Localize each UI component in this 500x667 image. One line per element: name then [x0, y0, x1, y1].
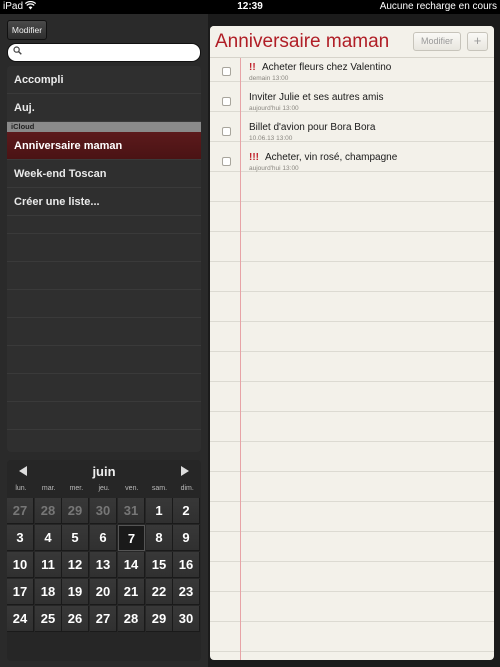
calendar-day[interactable]: 29	[62, 498, 89, 524]
edit-button[interactable]: Modifier	[413, 32, 461, 51]
weekday-label: dim.	[180, 485, 194, 492]
calendar-day[interactable]: 5	[62, 525, 89, 551]
calendar-day[interactable]: 31	[118, 498, 145, 524]
weekday-label: mar.	[41, 485, 56, 492]
calendar-day[interactable]: 25	[35, 606, 62, 632]
task-title[interactable]: Acheter, vin rosé, champagne	[265, 152, 397, 163]
calendar-day[interactable]: 6	[90, 525, 117, 551]
battery-status: Aucune recharge en cours	[379, 1, 497, 12]
calendar-day[interactable]: 30	[90, 498, 117, 524]
calendar-day[interactable]: 22	[146, 579, 173, 605]
task-row[interactable]: Inviter Julie et ses autres amis aujourd…	[210, 89, 494, 119]
chevron-right-icon[interactable]	[180, 466, 189, 479]
calendar-day[interactable]: 24	[7, 606, 34, 632]
task-priority: !!!	[249, 152, 259, 163]
lists-panel: Accompli Auj. iCloud Anniversaire maman …	[7, 66, 201, 452]
calendar-day[interactable]: 29	[146, 606, 173, 632]
calendar-month: juin	[92, 464, 116, 479]
page-title: Anniversaire maman	[215, 31, 390, 52]
calendar-day[interactable]: 21	[118, 579, 145, 605]
calendar-day[interactable]: 4	[35, 525, 62, 551]
task-date: aujourd'hui 13:00	[249, 105, 299, 112]
plus-icon: +	[473, 33, 482, 48]
calendar-day[interactable]: 27	[90, 606, 117, 632]
calendar-day[interactable]: 13	[90, 552, 117, 578]
search-box[interactable]	[7, 43, 201, 62]
calendar-day[interactable]: 2	[173, 498, 200, 524]
list-header: Anniversaire maman Modifier +	[210, 26, 494, 58]
calendar-day[interactable]: 15	[146, 552, 173, 578]
weekday-label: mer.	[69, 485, 84, 492]
calendar-day[interactable]: 23	[173, 579, 200, 605]
calendar-day[interactable]: 3	[7, 525, 34, 551]
task-title[interactable]: Billet d'avion pour Bora Bora	[249, 122, 375, 133]
create-list-item[interactable]: Créer une liste...	[7, 188, 201, 216]
task-date: aujourd'hui 13:00	[249, 165, 299, 172]
list-item-accompli[interactable]: Accompli	[7, 66, 201, 94]
calendar-day[interactable]: 16	[173, 552, 200, 578]
calendar-day[interactable]: 26	[62, 606, 89, 632]
calendar-day[interactable]: 28	[35, 498, 62, 524]
task-checkbox[interactable]	[222, 67, 231, 76]
task-title[interactable]: Inviter Julie et ses autres amis	[249, 92, 384, 103]
task-date: 10.06.13 13:00	[249, 135, 293, 142]
weekday-label: lun.	[15, 485, 27, 492]
calendar-day[interactable]: 17	[7, 579, 34, 605]
sidebar-edit-button[interactable]: Modifier	[7, 20, 47, 40]
search-icon	[13, 46, 22, 58]
calendar-day[interactable]: 12	[62, 552, 89, 578]
task-date: demain 13:00	[249, 75, 289, 82]
sidebar: Modifier Accompli Auj. iCloud Anniversai…	[0, 14, 208, 667]
task-row[interactable]: Billet d'avion pour Bora Bora 10.06.13 1…	[210, 119, 494, 149]
calendar-day[interactable]: 30	[173, 606, 200, 632]
calendar-day[interactable]: 8	[146, 525, 173, 551]
calendar-day[interactable]: 20	[90, 579, 117, 605]
list-item-week-end-toscan[interactable]: Week-end Toscan	[7, 160, 201, 188]
task-checkbox[interactable]	[222, 157, 231, 166]
calendar-day[interactable]: 7	[118, 525, 145, 551]
calendar-weekdays: lun. mar. mer. jeu. ven. sam. dim.	[7, 485, 201, 497]
calendar-day[interactable]: 9	[173, 525, 200, 551]
calendar-day[interactable]: 11	[35, 552, 62, 578]
calendar-grid: 27 28 29 30 31 1 2 3 4 5 6 7 8 9 10 11 12 13 14 15 16 17 18 19 2…	[7, 498, 201, 660]
mini-calendar: juin lun. mar. mer. jeu. ven. sam. dim. 27 28 29…	[7, 460, 201, 661]
status-bar: iPad 12:39 Aucune recharge en cours	[0, 0, 500, 14]
calendar-day[interactable]: 14	[118, 552, 145, 578]
weekday-label: ven.	[125, 485, 139, 492]
search-input[interactable]	[26, 46, 196, 59]
task-priority: !!	[249, 62, 256, 73]
task-checkbox[interactable]	[222, 127, 231, 136]
list-item-anniversaire-maman[interactable]: Anniversaire maman	[7, 132, 201, 160]
section-header-icloud: iCloud	[7, 122, 201, 132]
calendar-day[interactable]: 19	[62, 579, 89, 605]
calendar-day[interactable]: 18	[35, 579, 62, 605]
calendar-day[interactable]: 27	[7, 498, 34, 524]
weekday-label: jeu.	[98, 485, 110, 492]
weekday-label: sam.	[151, 485, 168, 492]
list-item-today[interactable]: Auj.	[7, 94, 201, 122]
calendar-day[interactable]: 1	[146, 498, 173, 524]
reminders-panel: Anniversaire maman Modifier + !! Acheter…	[210, 26, 494, 660]
task-checkbox[interactable]	[222, 97, 231, 106]
add-button[interactable]: +	[467, 32, 488, 51]
calendar-day[interactable]: 10	[7, 552, 34, 578]
calendar-day[interactable]: 28	[118, 606, 145, 632]
task-title[interactable]: Acheter fleurs chez Valentino	[262, 62, 391, 73]
task-row[interactable]: !! Acheter fleurs chez Valentino demain …	[210, 59, 494, 89]
task-row[interactable]: !!! Acheter, vin rosé, champagne aujourd…	[210, 149, 494, 179]
